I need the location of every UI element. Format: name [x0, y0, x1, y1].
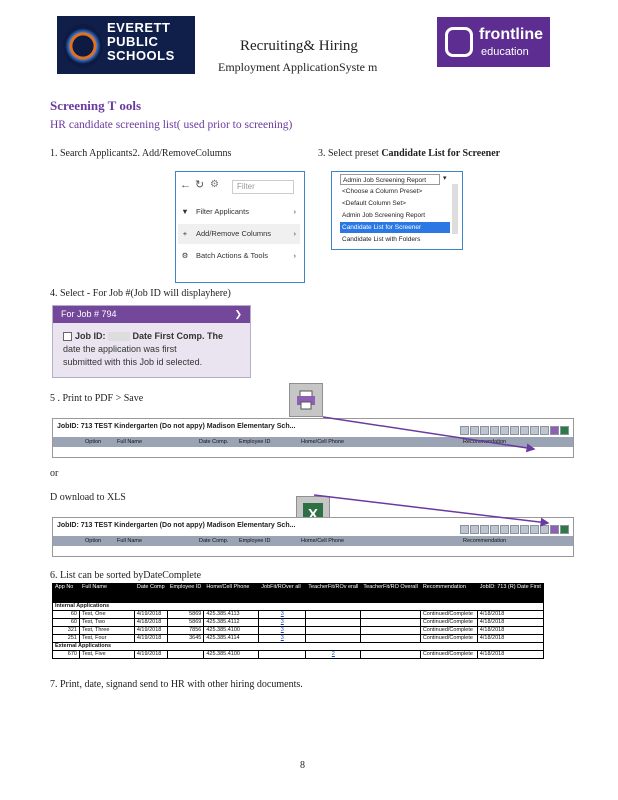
column-header[interactable]: Recommendation — [419, 583, 478, 603]
chevron-right-icon: › — [293, 229, 297, 238]
toolbar-button[interactable] — [530, 426, 539, 435]
toolbar-button[interactable] — [510, 525, 519, 534]
column-header[interactable]: Home/Cell Phone — [203, 583, 260, 603]
job-filter-panel: For Job # 794 ❯ Job ID: Date First Comp.… — [52, 305, 251, 378]
column-header[interactable]: Employee ID — [166, 583, 205, 603]
settings-gear-icon[interactable]: ⚙ — [210, 179, 219, 190]
toolbar-button[interactable] — [510, 426, 519, 435]
toolbar-button[interactable] — [500, 525, 509, 534]
dropdown-scrollbar[interactable] — [452, 184, 458, 234]
frontline-education-logo: frontline education — [437, 17, 550, 67]
preset-option[interactable]: Candidate List with Folders — [340, 234, 450, 245]
group-row: Internal Applications — [52, 602, 544, 611]
actions-menu: ← ↻ ⚙ Filter ▼ Filter Applicants › + Add… — [175, 171, 305, 283]
job-id-checkbox[interactable] — [63, 332, 72, 342]
chevron-down-icon[interactable]: ▾ — [443, 173, 447, 184]
back-arrow-icon[interactable]: ← — [180, 179, 191, 191]
preset-option[interactable]: <Default Column Set> — [340, 198, 450, 209]
toolbar-button[interactable] — [470, 426, 479, 435]
preset-option[interactable]: <Choose a Column Preset> — [340, 186, 450, 197]
page-subtitle: Employment ApplicationSyste m — [218, 60, 378, 74]
toolbar-button[interactable] — [500, 426, 509, 435]
or-text: or — [50, 468, 59, 479]
toolbar-button[interactable] — [530, 525, 539, 534]
download-text: D ownload to XLS — [50, 492, 126, 503]
chevron-down-icon[interactable]: ❯ — [234, 306, 242, 323]
everett-public-schools-logo: EVERETT PUBLIC SCHOOLS — [57, 16, 195, 74]
toolbar-button[interactable] — [490, 426, 499, 435]
column-header[interactable]: TeacherFit/ROv erall — [305, 583, 362, 603]
job-panel-body: Job ID: Date First Comp. The date the ap… — [63, 331, 224, 367]
job-results-bar: JobID: 713 TEST Kindergarten (Do not app… — [52, 418, 574, 458]
results-header: Option Full Name Date Comp. Employee ID … — [53, 536, 573, 546]
results-toolbar — [459, 422, 569, 435]
job-id-redacted — [108, 332, 131, 342]
results-toolbar — [459, 521, 569, 534]
preset-option[interactable]: Admin Job Screening Report — [340, 210, 450, 221]
chevron-right-icon: › — [293, 251, 297, 260]
preset-select[interactable]: Admin Job Screening Report — [340, 174, 440, 185]
column-header[interactable]: App No — [52, 583, 80, 603]
table-row[interactable]: 321 Test, Three 4/19/2018 7856 425.385.4100 3… — [52, 626, 545, 635]
toolbar-button[interactable] — [520, 426, 529, 435]
print-toolbar-icon[interactable] — [550, 426, 559, 435]
toolbar-button[interactable] — [540, 426, 549, 435]
gear-icon: ⚙ — [181, 251, 189, 260]
frontline-mark-icon — [445, 27, 473, 57]
group-row: External Applications — [52, 642, 544, 651]
filter-input[interactable]: Filter — [232, 180, 294, 194]
menu-item-batch-actions[interactable]: ⚙ Batch Actions & Tools › — [178, 246, 300, 266]
column-header[interactable]: Full Name — [78, 583, 135, 603]
toolbar-button[interactable] — [540, 525, 549, 534]
vendor-logo-sub: education — [481, 46, 529, 58]
section-title: Screening T ools — [50, 98, 142, 113]
table-row[interactable]: 60 Test, One 4/19/2018 5869 425.385.4113 3 Con… — [52, 610, 545, 619]
column-header[interactable]: TeacherFit/RO Overall — [360, 583, 421, 603]
district-swoosh-icon — [63, 24, 103, 68]
column-header[interactable]: JobFit/ROver all — [258, 583, 307, 603]
job-results-bar: JobID: 713 TEST Kindergarten (Do not app… — [52, 517, 574, 557]
print-toolbar-icon[interactable] — [550, 525, 559, 534]
excel-toolbar-icon[interactable] — [560, 525, 569, 534]
toolbar-button[interactable] — [470, 525, 479, 534]
column-header[interactable]: Date Comp — [133, 583, 168, 603]
toolbar-button[interactable] — [490, 525, 499, 534]
page-number: 8 — [300, 760, 305, 771]
toolbar-button[interactable] — [480, 426, 489, 435]
toolbar-button[interactable] — [480, 525, 489, 534]
district-logo-text: EVERETT PUBLIC SCHOOLS — [107, 20, 175, 63]
step-4-text: 4. Select - For Job #(Job ID will displa… — [50, 288, 231, 299]
filter-icon: ▼ — [181, 207, 189, 216]
menu-item-add-remove-columns[interactable]: + Add/Remove Columns › — [178, 224, 300, 244]
vendor-logo-word: frontline — [479, 26, 543, 43]
page-title: Recruiting& Hiring — [240, 38, 358, 54]
toolbar-button[interactable] — [460, 426, 469, 435]
plus-icon: + — [182, 229, 188, 238]
column-preset-dropdown[interactable]: Admin Job Screening Report ▾ <Choose a C… — [331, 171, 463, 250]
preset-option-selected[interactable]: Candidate List for Screener — [340, 222, 450, 233]
results-header: Option Full Name Date Comp. Employee ID … — [53, 437, 573, 447]
section-subtitle: HR candidate screening list( used prior … — [50, 119, 293, 131]
step-6-text: 6. List can be sorted byDateComplete — [50, 570, 202, 581]
toolbar-button[interactable] — [520, 525, 529, 534]
excel-toolbar-icon[interactable] — [560, 426, 569, 435]
job-panel-header[interactable]: For Job # 794 ❯ — [53, 306, 250, 323]
step-3-text: 3. Select preset Candidate List for Scre… — [318, 148, 501, 159]
menu-toolbar: ← ↻ ⚙ Filter — [176, 172, 304, 200]
column-header[interactable]: JobID: 713 (R) Date First — [476, 583, 545, 603]
table-row[interactable]: 670 Test, Five 4/19/2018 425.385.4100 2 Conti… — [52, 650, 545, 659]
table-row[interactable]: 60 Test, Two 4/18/2018 5869 425.385.4112 3 Con… — [52, 618, 545, 627]
menu-item-filter-applicants[interactable]: ▼ Filter Applicants › — [178, 202, 300, 222]
table-row[interactable]: 251 Test, Four 4/19/2018 3645 425.385.4114 3 C… — [52, 634, 545, 643]
refresh-icon[interactable]: ↻ — [195, 178, 204, 191]
toolbar-button[interactable] — [460, 525, 469, 534]
step-7-text: 7. Print, date, signand send to HR with … — [50, 679, 303, 690]
step-5-text: 5 . Print to PDF > Save — [50, 393, 144, 404]
applicant-table: App No Full Name Date Comp Employee ID H… — [52, 583, 545, 659]
table-header-row: App No Full Name Date Comp Employee ID H… — [52, 583, 545, 603]
chevron-right-icon: › — [293, 207, 297, 216]
print-icon[interactable] — [289, 383, 323, 417]
step-1-text: 1. Search Applicants2. Add/RemoveColumns — [50, 148, 232, 159]
